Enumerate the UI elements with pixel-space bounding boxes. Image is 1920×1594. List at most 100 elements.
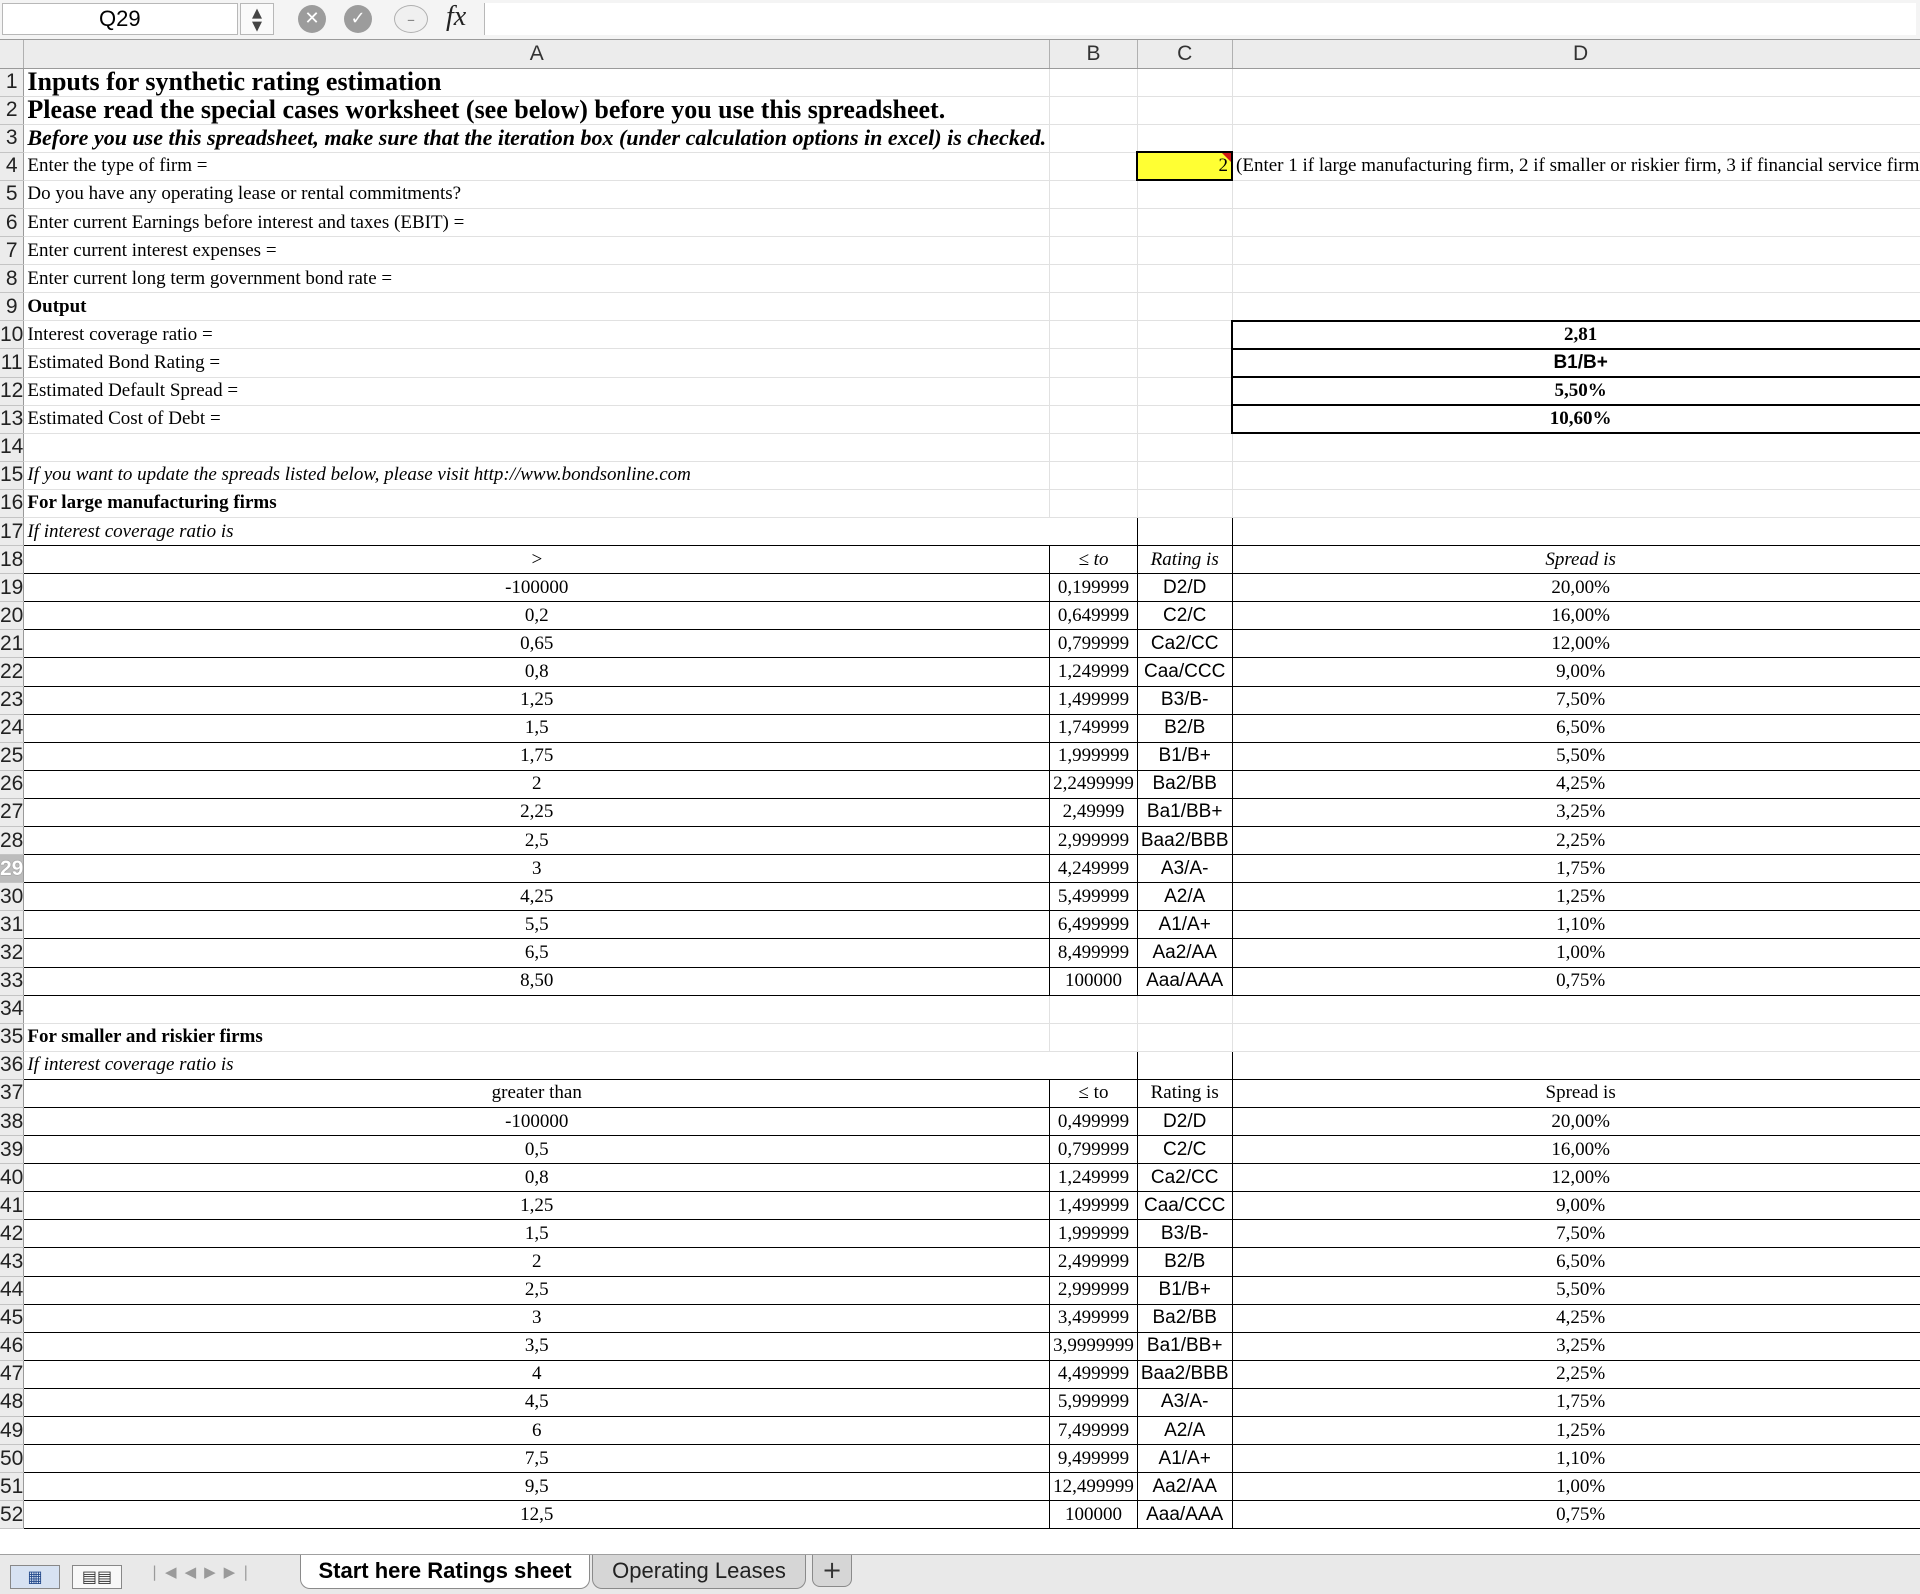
- output-heading[interactable]: Output: [23, 292, 1051, 322]
- row-header[interactable]: 33: [0, 967, 25, 996]
- cell[interactable]: [1049, 180, 1138, 209]
- cell[interactable]: [1137, 124, 1233, 153]
- large-firms-cell[interactable]: 0,799999: [1049, 629, 1138, 659]
- large-firms-cell[interactable]: 1,5: [23, 713, 1051, 743]
- large-firms-cell[interactable]: 1,25%: [1231, 882, 1920, 912]
- large-firms-cell[interactable]: A3/A-: [1136, 854, 1233, 884]
- small-firms-cell[interactable]: 3,25%: [1231, 1331, 1920, 1361]
- row-header[interactable]: 12: [0, 377, 25, 406]
- large-firms-cell[interactable]: 12,00%: [1231, 629, 1920, 659]
- large-firms-cell[interactable]: 7,50%: [1231, 685, 1920, 715]
- small-firms-cell[interactable]: 3: [23, 1303, 1051, 1333]
- update-spreads-note[interactable]: If you want to update the spreads listed…: [23, 461, 1051, 490]
- large-firms-cell[interactable]: 8,50: [23, 966, 1051, 996]
- cell[interactable]: [1049, 995, 1138, 1024]
- row-header[interactable]: 44: [0, 1276, 25, 1305]
- large-firms-cell[interactable]: 2,49999: [1049, 797, 1138, 828]
- small-firms-cell[interactable]: Ba1/BB+: [1136, 1331, 1233, 1361]
- row-header[interactable]: 34: [0, 995, 25, 1024]
- large-firms-header[interactable]: ≤ to: [1049, 545, 1138, 575]
- add-sheet-button[interactable]: +: [812, 1555, 852, 1587]
- row-header[interactable]: 30: [0, 882, 25, 912]
- small-firms-header[interactable]: Rating is: [1136, 1078, 1233, 1108]
- large-firms-cell[interactable]: 1,249999: [1049, 657, 1138, 687]
- small-firms-cell[interactable]: 4,499999: [1049, 1359, 1138, 1389]
- small-firms-title[interactable]: For smaller and riskier firms: [23, 1023, 1051, 1052]
- up-down-stepper-icon[interactable]: ▲ ▼: [240, 3, 274, 35]
- cell[interactable]: [1049, 405, 1138, 434]
- large-firms-subtitle[interactable]: If interest coverage ratio is: [23, 516, 1138, 547]
- cell[interactable]: [1137, 264, 1233, 294]
- cell[interactable]: [1232, 96, 1920, 125]
- cell[interactable]: [1232, 180, 1920, 209]
- confirm-icon[interactable]: ✓: [344, 5, 372, 33]
- large-firms-cell[interactable]: 2: [23, 769, 1051, 799]
- row-header[interactable]: 14: [0, 433, 25, 462]
- row-header[interactable]: 37: [0, 1079, 25, 1108]
- cell[interactable]: [23, 995, 1051, 1024]
- small-firms-cell[interactable]: 1,499999: [1049, 1191, 1138, 1221]
- large-firms-cell[interactable]: 6,5: [23, 938, 1051, 968]
- cell[interactable]: [1049, 292, 1138, 322]
- row-header[interactable]: 42: [0, 1219, 25, 1249]
- small-firms-cell[interactable]: 4: [23, 1359, 1051, 1389]
- small-firms-cell[interactable]: 1,75%: [1231, 1387, 1920, 1418]
- row-header[interactable]: 25: [0, 742, 25, 771]
- large-firms-cell[interactable]: 4,25: [23, 882, 1051, 912]
- column-header-b[interactable]: B: [1049, 40, 1138, 69]
- cell[interactable]: [1137, 180, 1233, 209]
- spread-value[interactable]: 5,50%: [1231, 376, 1920, 407]
- large-firms-cell[interactable]: 6,499999: [1049, 910, 1138, 940]
- large-firms-header[interactable]: >: [23, 545, 1051, 575]
- large-firms-cell[interactable]: 4,249999: [1049, 854, 1138, 884]
- large-firms-cell[interactable]: Ba1/BB+: [1136, 797, 1233, 828]
- row-header[interactable]: 35: [0, 1023, 25, 1052]
- small-firms-cell[interactable]: C2/C: [1136, 1135, 1233, 1165]
- row-header[interactable]: 45: [0, 1304, 25, 1333]
- row-header[interactable]: 13: [0, 405, 25, 434]
- column-header-d[interactable]: D: [1232, 40, 1920, 69]
- cell[interactable]: [1232, 264, 1920, 294]
- sheet-title[interactable]: Inputs for synthetic rating estimation: [23, 68, 1051, 97]
- page-layout-icon[interactable]: ▤▤: [72, 1565, 122, 1589]
- large-firms-cell[interactable]: 8,499999: [1049, 938, 1138, 968]
- cell[interactable]: [1049, 1023, 1138, 1052]
- sheet-subtitle[interactable]: Please read the special cases worksheet …: [23, 96, 1051, 125]
- row-header[interactable]: 47: [0, 1360, 25, 1389]
- small-firms-subtitle[interactable]: If interest coverage ratio is: [23, 1050, 1138, 1080]
- small-firms-cell[interactable]: A1/A+: [1136, 1444, 1233, 1474]
- row-header[interactable]: 21: [0, 629, 25, 659]
- name-box[interactable]: Q29: [2, 3, 238, 35]
- cell[interactable]: [23, 433, 1051, 462]
- small-firms-cell[interactable]: 12,5: [23, 1500, 1051, 1530]
- small-firms-cell[interactable]: 7,5: [23, 1444, 1051, 1474]
- row-header[interactable]: 22: [0, 657, 25, 687]
- cell[interactable]: [1049, 236, 1138, 266]
- row-header[interactable]: 5: [0, 180, 25, 209]
- large-firms-cell[interactable]: 1,999999: [1049, 741, 1138, 771]
- firm-type-input[interactable]: 2: [1136, 151, 1234, 182]
- large-firms-cell[interactable]: 0,2: [23, 601, 1051, 631]
- row-header[interactable]: 32: [0, 938, 25, 968]
- rating-label[interactable]: Estimated Bond Rating =: [23, 348, 1051, 378]
- small-firms-cell[interactable]: 7,50%: [1231, 1219, 1920, 1249]
- row-header[interactable]: 40: [0, 1163, 25, 1193]
- row-header[interactable]: 38: [0, 1107, 25, 1137]
- cell[interactable]: [1049, 96, 1138, 125]
- cost-value[interactable]: 10,60%: [1231, 404, 1920, 435]
- ebit-label[interactable]: Enter current Earnings before interest a…: [23, 208, 1051, 238]
- large-firms-cell[interactable]: B1/B+: [1136, 741, 1233, 771]
- large-firms-cell[interactable]: B3/B-: [1136, 685, 1233, 715]
- row-header[interactable]: 7: [0, 236, 25, 266]
- cell[interactable]: [1137, 995, 1233, 1024]
- large-firms-cell[interactable]: 2,25%: [1231, 826, 1920, 856]
- small-firms-cell[interactable]: 5,999999: [1049, 1387, 1138, 1418]
- row-header[interactable]: 9: [0, 292, 25, 322]
- cell[interactable]: [1137, 405, 1233, 434]
- small-firms-cell[interactable]: 1,25: [23, 1191, 1051, 1221]
- cost-label[interactable]: Estimated Cost of Debt =: [23, 405, 1051, 434]
- small-firms-cell[interactable]: 3,5: [23, 1331, 1051, 1361]
- large-firms-sub-blank[interactable]: [1136, 516, 1233, 547]
- row-header[interactable]: 48: [0, 1388, 25, 1418]
- cell[interactable]: [1232, 489, 1920, 519]
